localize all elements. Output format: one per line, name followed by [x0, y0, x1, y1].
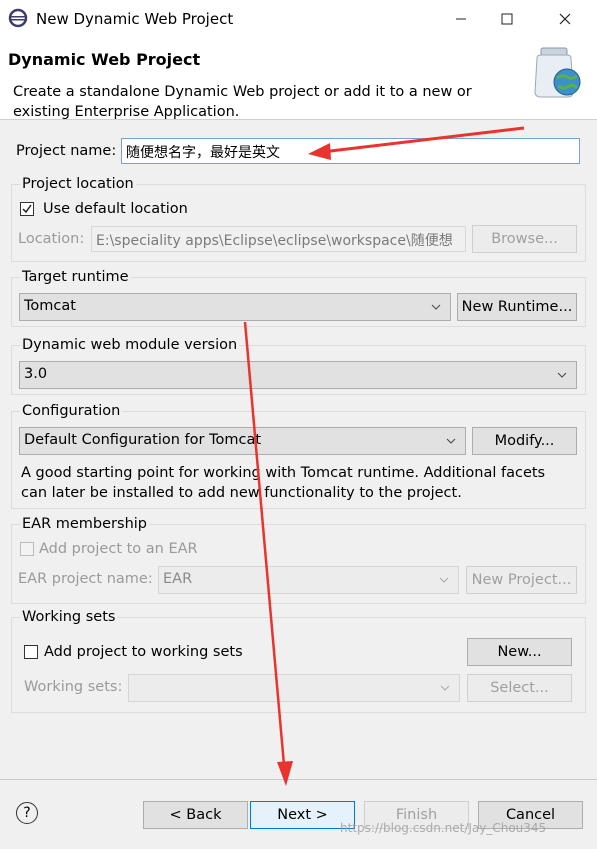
modify-button[interactable]: Modify... — [472, 427, 577, 455]
chevron-down-icon — [446, 438, 456, 444]
add-to-ear-label: Add project to an EAR — [39, 541, 198, 557]
location-input[interactable]: E:\speciality apps\Eclipse\eclipse\works… — [91, 226, 466, 252]
configuration-value: Default Configuration for Tomcat — [24, 432, 262, 448]
working-sets-label: Working sets — [20, 609, 118, 625]
use-default-location-checkbox[interactable] — [20, 202, 34, 216]
chevron-down-icon — [431, 304, 441, 310]
configuration-description-line1: A good starting point for working with T… — [21, 465, 546, 481]
project-name-input[interactable]: 随便想名字，最好是英文 — [121, 138, 580, 164]
new-runtime-button[interactable]: New Runtime... — [457, 293, 577, 321]
use-default-location-label: Use default location — [43, 201, 188, 217]
minimize-icon[interactable] — [444, 6, 478, 32]
browse-button[interactable]: Browse... — [472, 225, 577, 253]
new-ear-project-button[interactable]: New Project... — [466, 566, 577, 594]
ear-membership-label: EAR membership — [20, 516, 149, 532]
project-name-label: Project name: — [16, 143, 117, 159]
select-working-sets-button[interactable]: Select... — [467, 674, 572, 702]
eclipse-icon — [8, 8, 28, 28]
add-to-working-sets-checkbox[interactable] — [24, 645, 38, 659]
new-working-set-button[interactable]: New... — [467, 638, 572, 666]
configuration-label: Configuration — [20, 403, 123, 419]
page-description: Create a standalone Dynamic Web project … — [13, 82, 513, 122]
project-location-label: Project location — [20, 176, 136, 192]
location-label: Location: — [18, 231, 85, 247]
configuration-select[interactable]: Default Configuration for Tomcat — [19, 427, 466, 455]
chevron-down-icon — [440, 685, 450, 691]
module-version-value: 3.0 — [24, 366, 48, 382]
add-to-ear-checkbox[interactable] — [20, 542, 34, 556]
working-sets-field-label: Working sets: — [24, 679, 123, 695]
footer-divider — [0, 779, 597, 780]
watermark: https://blog.csdn.net/Jay_Chou345 — [340, 821, 547, 835]
configuration-description-line2: can later be installed to add new functi… — [21, 485, 462, 501]
target-runtime-select[interactable]: Tomcat — [19, 293, 451, 321]
ear-project-name-select[interactable]: EAR — [158, 566, 459, 594]
working-sets-select[interactable] — [128, 674, 460, 702]
page-description-line2: existing Enterprise Application. — [13, 104, 240, 120]
target-runtime-value: Tomcat — [24, 298, 76, 314]
close-icon[interactable] — [548, 6, 582, 32]
ear-project-name-value: EAR — [163, 571, 193, 587]
help-icon[interactable]: ? — [16, 802, 38, 824]
chevron-down-icon — [557, 372, 567, 378]
web-project-jar-icon — [534, 47, 581, 98]
add-to-working-sets-label: Add project to working sets — [44, 644, 243, 660]
page-title: Dynamic Web Project — [8, 50, 201, 69]
module-version-label: Dynamic web module version — [20, 337, 240, 353]
configuration-description: A good starting point for working with T… — [21, 463, 545, 503]
chevron-down-icon — [439, 577, 449, 583]
target-runtime-label: Target runtime — [20, 269, 131, 285]
back-button[interactable]: < Back — [143, 801, 248, 829]
window-title: New Dynamic Web Project — [36, 10, 234, 28]
maximize-icon[interactable] — [490, 6, 524, 32]
page-description-line1: Create a standalone Dynamic Web project … — [13, 84, 472, 100]
module-version-select[interactable]: 3.0 — [19, 361, 577, 389]
ear-project-name-label: EAR project name: — [18, 571, 153, 587]
